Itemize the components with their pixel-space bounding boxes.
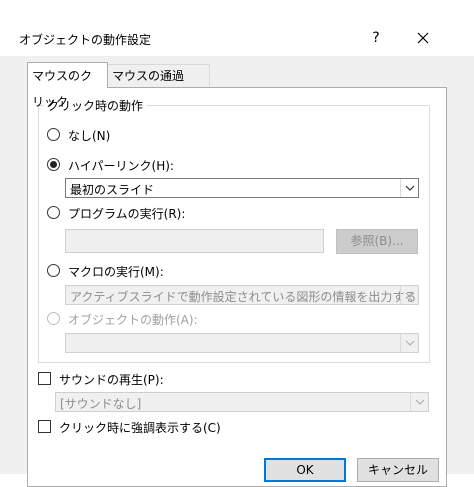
object-action-radio[interactable]	[47, 312, 60, 325]
macro-dropdown[interactable]: アクティブスライドで動作設定されている図形の情報を出力する	[65, 285, 419, 305]
hyperlink-label[interactable]: ハイパーリンク(H):	[68, 157, 174, 174]
macro-radio[interactable]	[47, 264, 60, 277]
tab-mouse-click[interactable]: マウスのクリック	[27, 62, 108, 109]
macro-label[interactable]: マクロの実行(M):	[68, 263, 164, 280]
highlight-click-checkbox[interactable]	[38, 420, 51, 433]
chevron-down-icon	[400, 286, 418, 304]
action-settings-dialog: オブジェクトの動作設定 ? マウスのクリック マウスの通過 クリック時の動作 な…	[0, 0, 474, 487]
chevron-down-icon	[410, 393, 428, 411]
program-path-input[interactable]	[65, 229, 324, 253]
cancel-button[interactable]: キャンセル	[357, 458, 439, 482]
play-sound-checkbox[interactable]	[38, 372, 51, 385]
sound-dropdown-value: [サウンドなし]	[60, 397, 142, 411]
macro-dropdown-value: アクティブスライドで動作設定されている図形の情報を出力する	[70, 290, 417, 304]
close-icon	[417, 32, 429, 44]
object-action-label[interactable]: オブジェクトの動作(A):	[68, 311, 198, 328]
chevron-down-icon	[400, 179, 418, 197]
close-button[interactable]	[410, 26, 436, 50]
browse-button[interactable]: 参照(B)...	[336, 229, 418, 254]
title-bar: オブジェクトの動作設定 ?	[0, 0, 474, 56]
hyperlink-radio[interactable]	[47, 158, 60, 171]
hyperlink-dropdown-value: 最初のスライド	[70, 183, 155, 197]
tab-mouse-over[interactable]: マウスの通過	[107, 64, 210, 86]
highlight-click-label[interactable]: クリック時に強調表示する(C)	[59, 419, 221, 436]
play-sound-label[interactable]: サウンドの再生(P):	[59, 371, 164, 388]
ok-button[interactable]: OK	[264, 458, 346, 482]
sound-dropdown[interactable]: [サウンドなし]	[55, 392, 429, 412]
help-button[interactable]: ?	[364, 26, 388, 50]
none-radio[interactable]	[47, 128, 60, 141]
chevron-down-icon	[400, 334, 418, 352]
program-label[interactable]: プログラムの実行(R):	[68, 205, 185, 222]
none-label[interactable]: なし(N)	[68, 127, 110, 144]
program-radio[interactable]	[47, 206, 60, 219]
dialog-title: オブジェクトの動作設定	[19, 33, 152, 47]
hyperlink-dropdown[interactable]: 最初のスライド	[65, 178, 419, 198]
object-action-dropdown[interactable]	[65, 333, 419, 353]
